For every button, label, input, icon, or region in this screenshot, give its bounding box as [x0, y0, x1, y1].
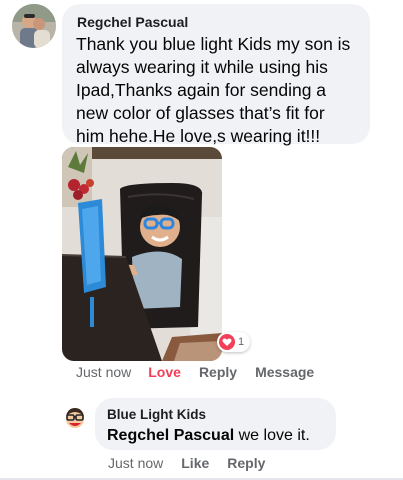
comment-bubble: Regchel Pascual Thank you blue light Kid…: [62, 4, 370, 146]
comment-timestamp: Just now: [76, 364, 132, 380]
reply-author-name[interactable]: Blue Light Kids: [107, 406, 324, 423]
heart-icon: [219, 334, 235, 350]
reply-bubble: Blue Light Kids Regchel Pascual we love …: [95, 398, 336, 450]
comment-author-name[interactable]: Regchel Pascual: [77, 13, 356, 31]
like-button[interactable]: Like: [181, 455, 209, 471]
reply-message: we love it.: [234, 427, 310, 444]
child-wearing-blue-glasses-photo: [62, 147, 222, 361]
reply-timestamp: Just now: [108, 455, 164, 471]
blue-light-kids-logo-icon: [62, 405, 88, 431]
reply-reply-button[interactable]: Reply: [227, 455, 265, 471]
reply-avatar[interactable]: [62, 405, 88, 431]
message-button[interactable]: Message: [255, 364, 314, 380]
commenter-avatar-photo: [12, 4, 56, 48]
reaction-summary[interactable]: 1: [217, 332, 251, 352]
reply-text: Regchel Pascual we love it.: [107, 425, 324, 447]
comment-actions: Just now Love Reply Message: [76, 364, 314, 380]
commenter-avatar[interactable]: [12, 4, 56, 48]
reply-button[interactable]: Reply: [199, 364, 237, 380]
love-button[interactable]: Love: [148, 364, 181, 380]
reaction-count: 1: [238, 336, 245, 348]
comment-text: Thank you blue light Kids my son is alwa…: [76, 34, 351, 146]
reply-mention[interactable]: Regchel Pascual: [107, 427, 234, 444]
comment-photo[interactable]: [62, 147, 222, 361]
reply-actions: Just now Like Reply: [108, 455, 265, 471]
